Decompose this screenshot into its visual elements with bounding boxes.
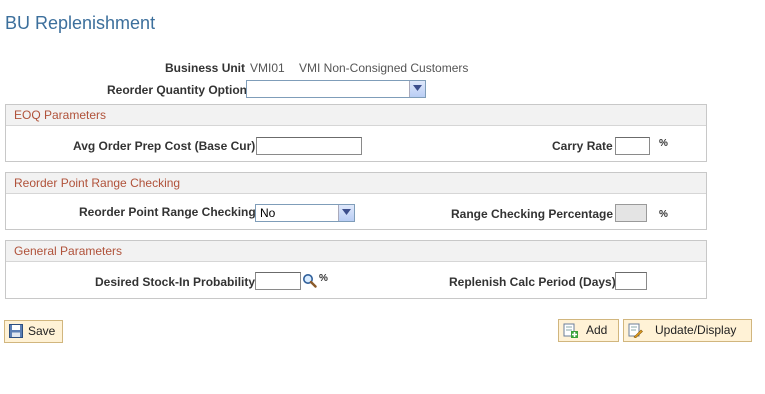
save-button[interactable]: Save xyxy=(4,320,63,343)
stock-in-probability-unit: % xyxy=(319,273,328,284)
lookup-icon[interactable] xyxy=(302,273,317,291)
dropdown-arrow-icon[interactable] xyxy=(338,205,354,221)
business-unit-label: Business Unit xyxy=(165,61,246,75)
general-parameters-section: General Parameters xyxy=(5,240,707,299)
page-title: BU Replenishment xyxy=(5,13,156,33)
stock-in-probability-label: Desired Stock-In Probability xyxy=(95,275,256,289)
reorder-point-section: Reorder Point Range Checking xyxy=(5,172,707,230)
avg-order-prep-cost-label: Avg Order Prep Cost (Base Cur) xyxy=(73,139,256,153)
business-unit-description: VMI Non-Consigned Customers xyxy=(299,61,469,75)
reorder-quantity-option-label: Reorder Quantity Option xyxy=(107,83,248,97)
carry-rate-unit: % xyxy=(659,138,668,149)
update-display-button-label: Update/Display xyxy=(655,323,737,337)
avg-order-prep-cost-input[interactable] xyxy=(256,137,362,155)
add-button-label: Add xyxy=(586,323,608,337)
eoq-parameters-header: EOQ Parameters xyxy=(6,105,706,126)
reorder-point-header: Reorder Point Range Checking xyxy=(6,173,706,194)
carry-rate-label: Carry Rate xyxy=(552,139,613,153)
range-checking-percentage-input xyxy=(615,204,647,222)
reorder-point-range-checking-value: No xyxy=(260,206,276,220)
add-button[interactable]: Add xyxy=(558,319,619,342)
reorder-point-range-checking-label: Reorder Point Range Checking xyxy=(79,205,256,219)
update-display-button[interactable]: Update/Display xyxy=(623,319,752,342)
business-unit-code: VMI01 xyxy=(250,61,285,75)
reorder-point-range-checking-select[interactable]: No xyxy=(255,204,355,222)
range-checking-percentage-unit: % xyxy=(659,209,668,220)
save-button-label: Save xyxy=(28,324,56,338)
range-checking-percentage-label: Range Checking Percentage xyxy=(451,207,614,221)
replenish-calc-period-input[interactable] xyxy=(615,272,647,290)
stock-in-probability-input[interactable] xyxy=(255,272,301,290)
replenish-calc-period-label: Replenish Calc Period (Days) xyxy=(449,275,616,289)
dropdown-arrow-icon[interactable] xyxy=(409,81,425,97)
reorder-quantity-option-select[interactable] xyxy=(246,80,426,98)
general-parameters-header: General Parameters xyxy=(6,241,706,262)
carry-rate-input[interactable] xyxy=(615,137,650,155)
